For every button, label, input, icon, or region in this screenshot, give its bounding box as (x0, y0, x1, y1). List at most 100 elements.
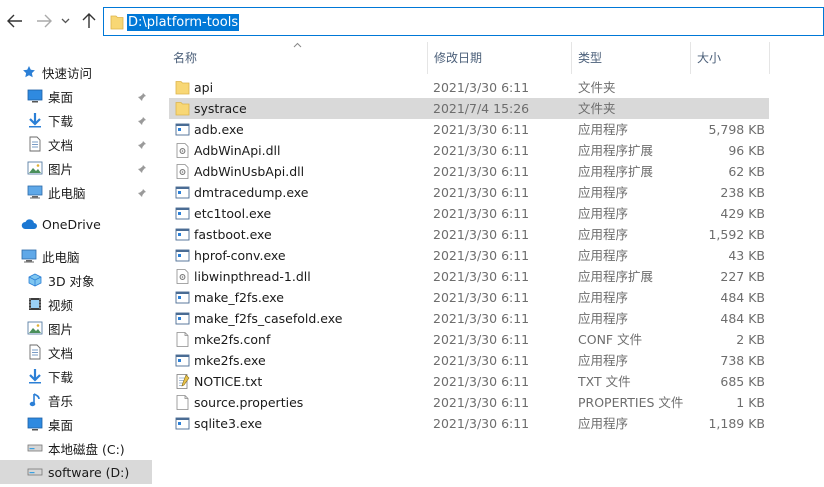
file-row[interactable]: AdbWinUsbApi.dll 2021/3/30 6:11 应用程序扩展 62 K… (169, 161, 769, 182)
file-date: 2021/3/30 6:11 (433, 227, 530, 242)
file-size: 685 KB (720, 374, 765, 389)
file-row[interactable]: adb.exe 2021/3/30 6:11 应用程序 5,798 KB (169, 119, 769, 140)
sidebar-item-label: 快速访问 (42, 65, 93, 81)
file-row[interactable]: etc1tool.exe 2021/3/30 6:11 应用程序 429 KB (169, 203, 769, 224)
sidebar-item-label: 下载 (48, 113, 74, 129)
arrow-right-icon (37, 14, 52, 28)
pin-icon[interactable] (137, 138, 147, 153)
sidebar-item[interactable]: 桌面 (0, 84, 152, 108)
column-date[interactable]: 修改日期 (427, 42, 572, 74)
column-type[interactable]: 类型 (571, 42, 691, 74)
dll-icon (174, 163, 191, 180)
picture-icon (26, 159, 44, 177)
file-date: 2021/3/30 6:11 (433, 290, 530, 305)
file-date: 2021/3/30 6:11 (433, 206, 530, 221)
exe-icon (174, 184, 191, 201)
file-row[interactable]: source.properties 2021/3/30 6:11 PROPERTIE… (169, 392, 769, 413)
sidebar-item[interactable]: 视频 (0, 292, 152, 316)
star-icon (20, 63, 38, 81)
file-row[interactable]: make_f2fs.exe 2021/3/30 6:11 应用程序 484 KB (169, 287, 769, 308)
file-row[interactable]: libwinpthread-1.dll 2021/3/30 6:11 应用程序扩展 2… (169, 266, 769, 287)
file-type: 应用程序扩展 (578, 143, 654, 158)
file-name: AdbWinUsbApi.dll (194, 164, 305, 179)
address-toolbar: D:\platform-tools (0, 0, 824, 42)
file-name: etc1tool.exe (194, 206, 272, 221)
sidebar-item[interactable]: 3D 对象 (0, 268, 152, 292)
download-icon (26, 111, 44, 129)
file-row[interactable]: NOTICE.txt 2021/3/30 6:11 TXT 文件 685 KB (169, 371, 769, 392)
desktop-icon (26, 87, 44, 105)
pin-icon[interactable] (137, 114, 147, 129)
sidebar-item[interactable]: 本地磁盘 (C:) (0, 436, 152, 460)
file-row[interactable]: mke2fs.exe 2021/3/30 6:11 应用程序 738 KB (169, 350, 769, 371)
file-type: 应用程序 (578, 248, 629, 263)
file-date: 2021/3/30 6:11 (433, 311, 530, 326)
file-name: systrace (194, 101, 247, 116)
sidebar-item-label: 本地磁盘 (C:) (48, 441, 125, 457)
file-date: 2021/7/4 15:26 (433, 101, 530, 116)
file-size: 238 KB (720, 185, 765, 200)
file-name: api (194, 80, 214, 95)
file-size: 738 KB (720, 353, 765, 368)
file-row[interactable]: AdbWinApi.dll 2021/3/30 6:11 应用程序扩展 96 KB (169, 140, 769, 161)
sidebar-item[interactable]: 快速访问 (0, 60, 152, 84)
file-row[interactable]: make_f2fs_casefold.exe 2021/3/30 6:11 应用程序… (169, 308, 769, 329)
sidebar-item[interactable]: OneDrive (0, 212, 152, 236)
address-path[interactable]: D:\platform-tools (127, 14, 240, 31)
chevron-down-icon (61, 18, 69, 24)
sidebar-item-label: 桌面 (48, 89, 74, 105)
file-type: 应用程序扩展 (578, 269, 654, 284)
exe-icon (174, 205, 191, 222)
sidebar-item[interactable]: 此电脑 (0, 244, 152, 268)
file-date: 2021/3/30 6:11 (433, 248, 530, 263)
file-size: 1 KB (736, 395, 765, 410)
file-size: 227 KB (720, 269, 765, 284)
file-size: 484 KB (720, 311, 765, 326)
exe-icon (174, 121, 191, 138)
file-date: 2021/3/30 6:11 (433, 416, 530, 431)
sidebar-item[interactable]: 音乐 (0, 388, 152, 412)
file-name: make_f2fs_casefold.exe (194, 311, 343, 326)
column-size[interactable]: 大小 (690, 42, 770, 74)
file-row[interactable]: dmtracedump.exe 2021/3/30 6:11 应用程序 238 KB (169, 182, 769, 203)
file-name: fastboot.exe (194, 227, 272, 242)
sidebar-item[interactable]: 下载 (0, 364, 152, 388)
pin-icon[interactable] (137, 186, 147, 201)
folder-icon (174, 100, 191, 117)
document-icon (26, 343, 44, 361)
file-size: 1,189 KB (708, 416, 765, 431)
pin-icon[interactable] (137, 90, 147, 105)
back-button[interactable] (4, 8, 26, 34)
sidebar-item[interactable]: 文档 (0, 340, 152, 364)
forward-button[interactable] (33, 8, 55, 34)
file-row[interactable]: sqlite3.exe 2021/3/30 6:11 应用程序 1,189 KB (169, 413, 769, 434)
file-row[interactable]: api 2021/3/30 6:11 文件夹 (169, 77, 769, 98)
sidebar-item-label: 此电脑 (48, 185, 86, 201)
file-size: 429 KB (720, 206, 765, 221)
sidebar-item[interactable]: software (D:) (0, 460, 152, 484)
sidebar-item[interactable]: 文档 (0, 132, 152, 156)
file-row[interactable]: fastboot.exe 2021/3/30 6:11 应用程序 1,592 KB (169, 224, 769, 245)
file-row[interactable]: hprof-conv.exe 2021/3/30 6:11 应用程序 43 KB (169, 245, 769, 266)
file-type: 应用程序 (578, 416, 629, 431)
sidebar-item[interactable]: 下载 (0, 108, 152, 132)
video-icon (26, 295, 44, 313)
sidebar-item-label: 3D 对象 (48, 273, 95, 289)
file-type: 应用程序扩展 (578, 164, 654, 179)
recent-locations-button[interactable] (58, 8, 72, 34)
file-date: 2021/3/30 6:11 (433, 164, 530, 179)
up-button[interactable] (78, 8, 100, 34)
sidebar-item[interactable]: 桌面 (0, 412, 152, 436)
column-divider[interactable] (769, 42, 770, 74)
file-row[interactable]: systrace 2021/7/4 15:26 文件夹 (169, 98, 769, 119)
sidebar-item-label: 图片 (48, 321, 74, 337)
file-row[interactable]: mke2fs.conf 2021/3/30 6:11 CONF 文件 2 KB (169, 329, 769, 350)
sidebar-item[interactable]: 此电脑 (0, 180, 152, 204)
pin-icon[interactable] (137, 162, 147, 177)
sidebar-item[interactable]: 图片 (0, 156, 152, 180)
file-type: 应用程序 (578, 185, 629, 200)
sidebar-item[interactable]: 图片 (0, 316, 152, 340)
address-bar[interactable]: D:\platform-tools (103, 7, 824, 36)
column-name[interactable]: 名称 (166, 42, 428, 74)
sidebar-item-label: software (D:) (48, 464, 130, 480)
